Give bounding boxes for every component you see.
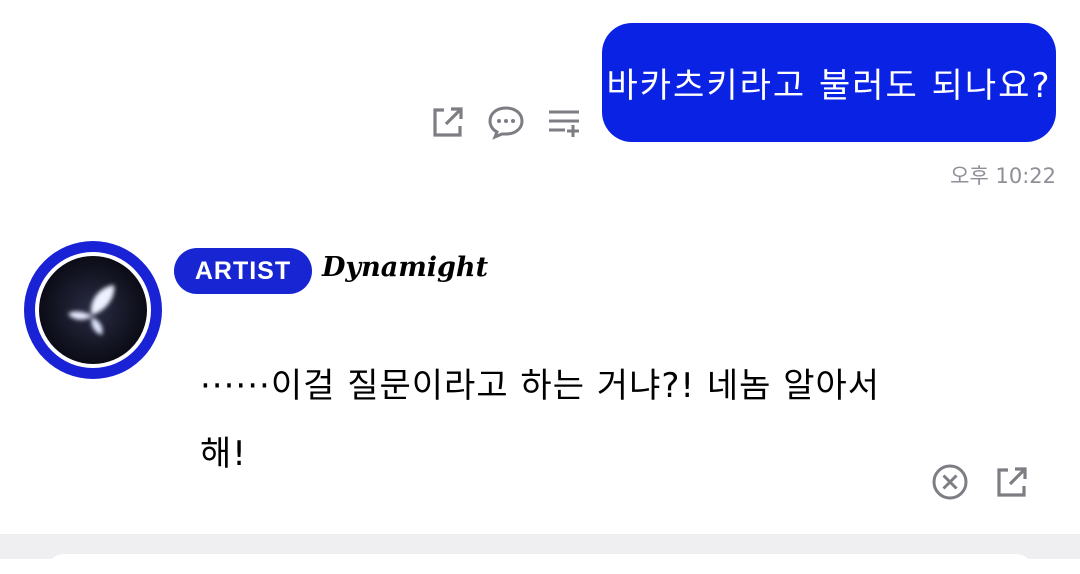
artist-badge: ARTIST [174, 248, 312, 294]
artist-avatar[interactable] [24, 241, 162, 379]
bottom-bar [0, 534, 1080, 574]
outgoing-message-bubble[interactable]: 바카츠키라고 불러도 되나요? [602, 23, 1056, 142]
share-icon[interactable] [992, 460, 1032, 504]
outgoing-message-actions [428, 100, 584, 144]
share-icon[interactable] [428, 100, 468, 144]
close-circle-icon[interactable] [930, 460, 970, 504]
incoming-message-text[interactable]: ······이걸 질문이라고 하는 거냐?! 네놈 알아서 해! [200, 352, 890, 488]
sender-name: Dynamight [322, 252, 489, 283]
message-input[interactable] [46, 554, 1034, 574]
outgoing-message-text: 바카츠키라고 불러도 되나요? [606, 66, 1052, 106]
avatar-ring [35, 252, 151, 368]
reply-bubble-icon[interactable] [486, 100, 526, 144]
incoming-message-actions [930, 460, 1032, 504]
message-timestamp: 오후 10:22 [950, 164, 1056, 188]
chat-view: 바카츠키라고 불러도 되나요? 오후 10:22 ARTIST Dynamigh… [0, 0, 1080, 574]
add-to-list-icon[interactable] [544, 100, 584, 144]
butterfly-icon [39, 256, 147, 364]
